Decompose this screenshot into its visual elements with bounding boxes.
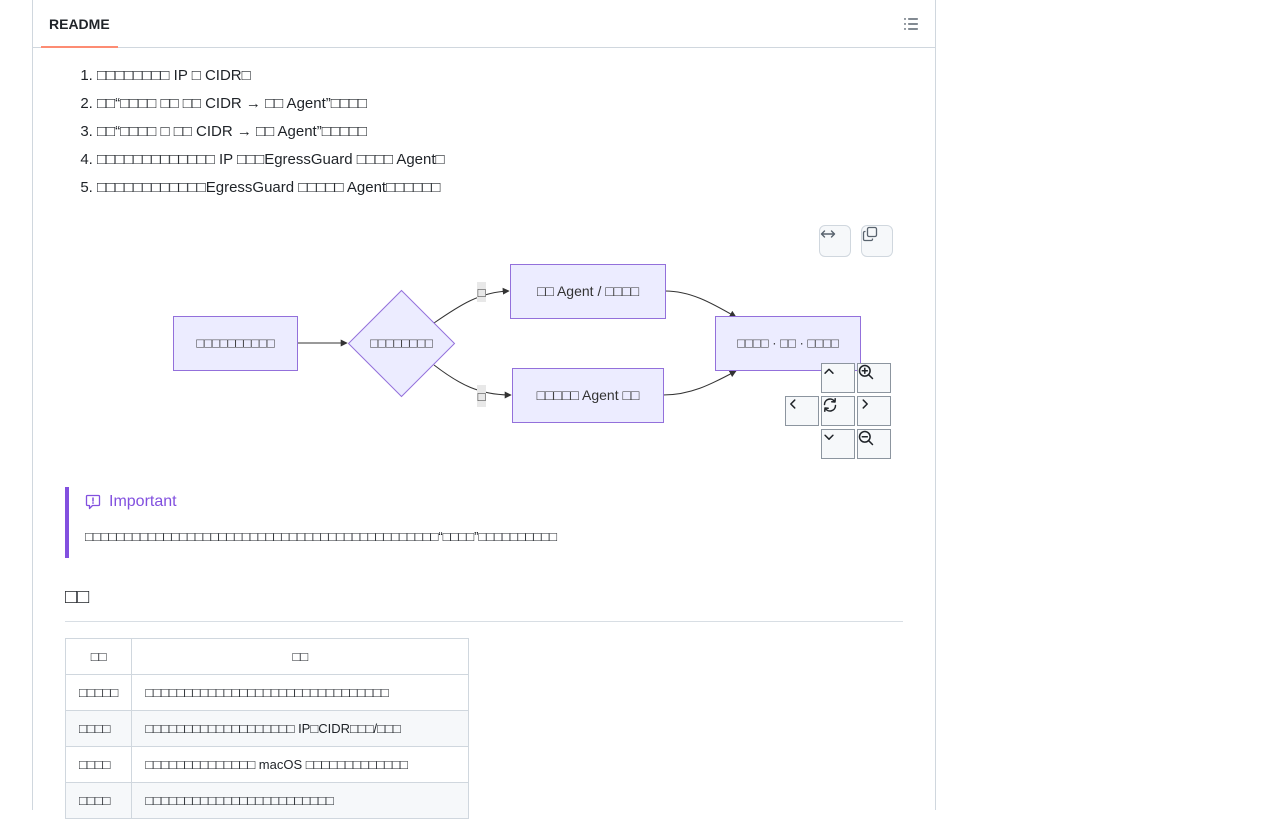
callout-title: Important xyxy=(85,493,177,511)
table-row: □□□□ □□□□□□□□□□□□□□□□□□□□□□□□ xyxy=(64,782,470,819)
edge-label-no: □ xyxy=(478,389,486,404)
outline-button[interactable] xyxy=(899,12,923,36)
table-row: □□□□ □□□□□□□□□□□□□□□□□□□ IP□CIDR□□□/□□□ xyxy=(64,710,470,747)
steps-list: □□□□□□□□ IP □ CIDR□ □□“□□□□ □□ □□ CIDR →… xyxy=(79,62,445,202)
zoom-out-button[interactable] xyxy=(857,429,891,459)
list-unordered-icon xyxy=(904,18,918,30)
info-table: □□ □□ □□□□□ □□□□□□□□□□□□□□□□□□□□□□□□□□□□… xyxy=(64,638,470,819)
zoom-out-icon xyxy=(858,430,874,446)
callout-title-text: Important xyxy=(109,493,177,510)
pan-down-button[interactable] xyxy=(821,429,855,459)
step-item: □□“□□□□ □ □□ CIDR → □□ Agent”□□□□□ xyxy=(97,118,445,146)
step-item: □□□□□□□□□□□□□ IP □□□EgressGuard □□□□ Age… xyxy=(97,146,445,174)
sync-icon xyxy=(823,398,837,412)
chevron-up-icon xyxy=(824,368,834,374)
node-decision-label: □□□□□□□□ xyxy=(370,336,433,351)
table-header-cell: □□ xyxy=(64,638,133,675)
pan-right-button[interactable] xyxy=(857,396,891,426)
table-cell: □□□□□ xyxy=(64,674,133,711)
flowchart-diagram: □ □ □□□□□□□□□□ □□□□□□□□ □□ Agent / □□□□ … xyxy=(65,217,905,467)
edge-yes-end xyxy=(664,290,737,318)
copy-icon xyxy=(862,226,878,242)
step-item: □□□□□□□□□□□□EgressGuard □□□□□ Agent□□□□□… xyxy=(97,174,445,202)
readme-tab-underline xyxy=(41,46,118,48)
edge-decision-no xyxy=(433,364,512,399)
node-end-label: □□□□ · □□ · □□□□ xyxy=(737,336,839,351)
zoom-in-icon xyxy=(858,364,874,380)
node-no-label: □□□□□ Agent □□ xyxy=(537,387,640,403)
edge-decision-yes xyxy=(433,287,510,324)
table-cell: □□□□ xyxy=(64,746,133,783)
chevron-down-icon xyxy=(824,434,834,440)
pan-left-button[interactable] xyxy=(785,396,819,426)
node-start-label: □□□□□□□□□□ xyxy=(196,336,275,351)
pan-up-button[interactable] xyxy=(821,363,855,393)
table-row: □□□□□ □□□□□□□□□□□□□□□□□□□□□□□□□□□□□□□ xyxy=(64,674,470,711)
reset-view-button[interactable] xyxy=(821,396,855,426)
important-callout: Important □□□□□□□□□□□□□□□□□□□□□□□□□□□□□□… xyxy=(65,487,903,558)
step-item: □□□□□□□□ IP □ CIDR□ xyxy=(97,62,445,90)
step-item: □□“□□□□ □□ □□ CIDR → □□ Agent”□□□□ xyxy=(97,90,445,118)
node-yes-label: □□ Agent / □□□□ xyxy=(537,283,640,299)
chevron-left-icon xyxy=(790,399,796,409)
arrows-horizontal-icon xyxy=(820,230,836,238)
copy-button[interactable] xyxy=(861,225,893,257)
chevron-right-icon xyxy=(862,399,868,409)
report-icon xyxy=(85,494,101,510)
edge-label-yes: □ xyxy=(478,285,486,300)
table-cell: □□□□□□□□□□□□□□□□□□□ IP□CIDR□□□/□□□ xyxy=(131,710,470,747)
section-heading: □□ xyxy=(65,583,903,622)
zoom-in-button[interactable] xyxy=(857,363,891,393)
readme-header: README xyxy=(33,0,935,48)
table-cell: □□□□□□□□□□□□□□□□□□□□□□□□□□□□□□□ xyxy=(131,674,470,711)
flowchart-svg: □ □ □□□□□□□□□□ □□□□□□□□ □□ Agent / □□□□ … xyxy=(173,264,861,423)
readme-panel: README □□□□□□□□ IP □ CIDR□ □□“□□□□ □□ □□… xyxy=(32,0,936,819)
table-row: □□□□ □□□□□□□□□□□□□□ macOS □□□□□□□□□□□□□ xyxy=(64,746,470,783)
readme-tab[interactable]: README xyxy=(41,0,118,47)
table-cell: □□□□ xyxy=(64,782,133,819)
callout-text: □□□□□□□□□□□□□□□□□□□□□□□□□□□□□□□□□□□□□□□□… xyxy=(85,529,557,544)
table-cell: □□□□ xyxy=(64,710,133,747)
expand-button[interactable] xyxy=(819,225,851,257)
table-header-cell: □□ xyxy=(131,638,470,675)
table-cell: □□□□□□□□□□□□□□□□□□□□□□□□ xyxy=(131,782,470,819)
table-header-row: □□ □□ xyxy=(64,638,470,675)
edge-no-end xyxy=(662,370,737,396)
table-cell: □□□□□□□□□□□□□□ macOS □□□□□□□□□□□□□ xyxy=(131,746,470,783)
